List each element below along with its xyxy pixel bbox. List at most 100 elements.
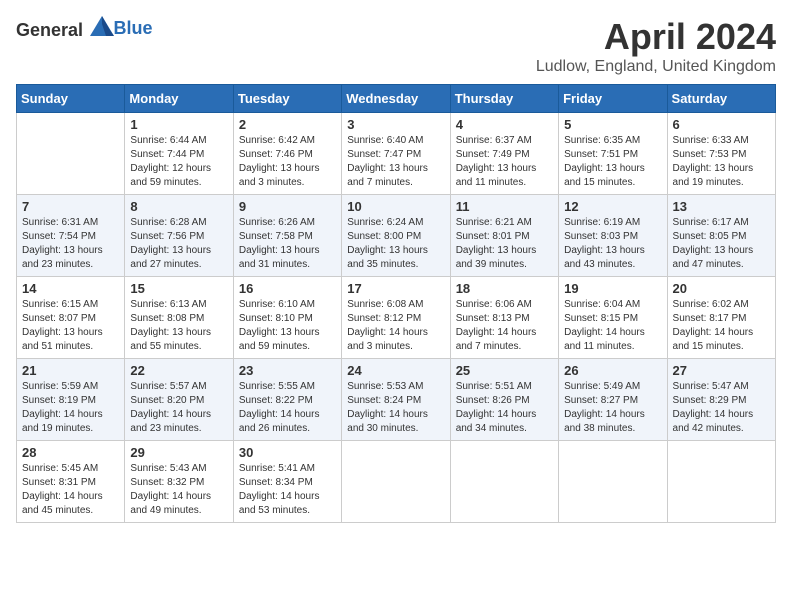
- day-number: 25: [456, 363, 553, 378]
- day-info: Sunrise: 6:02 AMSunset: 8:17 PMDaylight:…: [673, 298, 770, 354]
- day-info: Sunrise: 6:17 AMSunset: 8:05 PMDaylight:…: [673, 216, 770, 272]
- calendar-cell: 11Sunrise: 6:21 AMSunset: 8:01 PMDayligh…: [450, 195, 558, 277]
- day-info: Sunrise: 5:51 AMSunset: 8:26 PMDaylight:…: [456, 380, 553, 436]
- calendar-cell: 15 Sunrise: 6:13 AMSunset: 8:08 PMDayligh…: [125, 277, 233, 359]
- day-info: Sunrise: 5:45 AMSunset: 8:31 PMDaylight:…: [22, 462, 119, 518]
- day-info: Sunrise: 6:35 AMSunset: 7:51 PMDaylight:…: [564, 134, 661, 190]
- weekday-header-thursday: Thursday: [450, 85, 558, 113]
- calendar-week-row: 28 Sunrise: 5:45 AMSunset: 8:31 PMDayligh…: [17, 441, 776, 523]
- calendar-cell: [17, 113, 125, 195]
- calendar-cell: 8Sunrise: 6:28 AMSunset: 7:56 PMDaylight…: [125, 195, 233, 277]
- day-number: 14: [22, 281, 119, 296]
- day-info: Sunrise: 5:49 AMSunset: 8:27 PMDaylight:…: [564, 380, 661, 436]
- day-info: Sunrise: 6:24 AMSunset: 8:00 PMDaylight:…: [347, 216, 444, 272]
- day-info: Sunrise: 5:53 AMSunset: 8:24 PMDaylight:…: [347, 380, 444, 436]
- day-info: Sunrise: 5:43 AMSunset: 8:32 PMDaylight:…: [130, 462, 227, 518]
- calendar-cell: 19Sunrise: 6:04 AMSunset: 8:15 PMDayligh…: [559, 277, 667, 359]
- calendar-cell: 12 Sunrise: 6:19 AMSunset: 8:03 PMDayligh…: [559, 195, 667, 277]
- calendar-week-row: 14 Sunrise: 6:15 AMSunset: 8:07 PMDayligh…: [17, 277, 776, 359]
- day-number: 3: [347, 117, 444, 132]
- calendar-cell: 16 Sunrise: 6:10 AMSunset: 8:10 PMDayligh…: [233, 277, 341, 359]
- calendar-cell: 23Sunrise: 5:55 AMSunset: 8:22 PMDayligh…: [233, 359, 341, 441]
- logo-general: General: [16, 20, 83, 40]
- day-info: Sunrise: 5:57 AMSunset: 8:20 PMDaylight:…: [130, 380, 227, 436]
- day-info: Sunrise: 6:13 AMSunset: 8:08 PMDaylight:…: [130, 298, 227, 354]
- day-number: 4: [456, 117, 553, 132]
- day-number: 18: [456, 281, 553, 296]
- calendar-cell: 28 Sunrise: 5:45 AMSunset: 8:31 PMDayligh…: [17, 441, 125, 523]
- day-info: Sunrise: 6:33 AMSunset: 7:53 PMDaylight:…: [673, 134, 770, 190]
- day-number: 16: [239, 281, 336, 296]
- day-info: Sunrise: 6:19 AMSunset: 8:03 PMDaylight:…: [564, 216, 661, 272]
- day-info: Sunrise: 6:26 AMSunset: 7:58 PMDaylight:…: [239, 216, 336, 272]
- day-number: 1: [130, 117, 227, 132]
- logo: General Blue: [16, 16, 153, 41]
- calendar-cell: 25 Sunrise: 5:51 AMSunset: 8:26 PMDayligh…: [450, 359, 558, 441]
- day-info: Sunrise: 5:59 AMSunset: 8:19 PMDaylight:…: [22, 380, 119, 436]
- calendar-cell: 27Sunrise: 5:47 AMSunset: 8:29 PMDayligh…: [667, 359, 775, 441]
- calendar-cell: 21 Sunrise: 5:59 AMSunset: 8:19 PMDayligh…: [17, 359, 125, 441]
- calendar-cell: [667, 441, 775, 523]
- day-number: 10: [347, 199, 444, 214]
- calendar-cell: 24 Sunrise: 5:53 AMSunset: 8:24 PMDayligh…: [342, 359, 450, 441]
- day-number: 28: [22, 445, 119, 460]
- calendar-cell: 20 Sunrise: 6:02 AMSunset: 8:17 PMDayligh…: [667, 277, 775, 359]
- weekday-header-monday: Monday: [125, 85, 233, 113]
- weekday-header-tuesday: Tuesday: [233, 85, 341, 113]
- weekday-header-wednesday: Wednesday: [342, 85, 450, 113]
- day-info: Sunrise: 6:04 AMSunset: 8:15 PMDaylight:…: [564, 298, 661, 354]
- day-number: 15: [130, 281, 227, 296]
- calendar-header-row: SundayMondayTuesdayWednesdayThursdayFrid…: [17, 85, 776, 113]
- month-title: April 2024: [536, 16, 776, 58]
- day-number: 24: [347, 363, 444, 378]
- calendar-week-row: 21 Sunrise: 5:59 AMSunset: 8:19 PMDayligh…: [17, 359, 776, 441]
- calendar-cell: 2Sunrise: 6:42 AMSunset: 7:46 PMDaylight…: [233, 113, 341, 195]
- calendar-cell: [342, 441, 450, 523]
- calendar-cell: 7Sunrise: 6:31 AMSunset: 7:54 PMDaylight…: [17, 195, 125, 277]
- day-number: 27: [673, 363, 770, 378]
- location-title: Ludlow, England, United Kingdom: [536, 58, 776, 76]
- calendar-table: SundayMondayTuesdayWednesdayThursdayFrid…: [16, 84, 776, 523]
- calendar-cell: 22 Sunrise: 5:57 AMSunset: 8:20 PMDayligh…: [125, 359, 233, 441]
- day-info: Sunrise: 6:06 AMSunset: 8:13 PMDaylight:…: [456, 298, 553, 354]
- calendar-cell: 17 Sunrise: 6:08 AMSunset: 8:12 PMDayligh…: [342, 277, 450, 359]
- weekday-header-sunday: Sunday: [17, 85, 125, 113]
- day-number: 17: [347, 281, 444, 296]
- weekday-header-friday: Friday: [559, 85, 667, 113]
- weekday-header-saturday: Saturday: [667, 85, 775, 113]
- day-info: Sunrise: 6:28 AMSunset: 7:56 PMDaylight:…: [130, 216, 227, 272]
- calendar-cell: 13Sunrise: 6:17 AMSunset: 8:05 PMDayligh…: [667, 195, 775, 277]
- logo-blue: Blue: [114, 18, 153, 38]
- calendar-cell: [450, 441, 558, 523]
- day-info: Sunrise: 6:40 AMSunset: 7:47 PMDaylight:…: [347, 134, 444, 190]
- header: General Blue April 2024 Ludlow, England,…: [16, 16, 776, 76]
- calendar-week-row: 1 Sunrise: 6:44 AMSunset: 7:44 PMDaylight…: [17, 113, 776, 195]
- title-area: April 2024 Ludlow, England, United Kingd…: [536, 16, 776, 76]
- day-info: Sunrise: 6:10 AMSunset: 8:10 PMDaylight:…: [239, 298, 336, 354]
- logo-icon: [90, 16, 114, 36]
- day-info: Sunrise: 6:15 AMSunset: 8:07 PMDaylight:…: [22, 298, 119, 354]
- day-number: 9: [239, 199, 336, 214]
- calendar-cell: 18 Sunrise: 6:06 AMSunset: 8:13 PMDayligh…: [450, 277, 558, 359]
- day-info: Sunrise: 6:08 AMSunset: 8:12 PMDaylight:…: [347, 298, 444, 354]
- day-number: 7: [22, 199, 119, 214]
- day-info: Sunrise: 6:44 AMSunset: 7:44 PMDaylight:…: [130, 134, 227, 190]
- calendar-cell: 5 Sunrise: 6:35 AMSunset: 7:51 PMDaylight…: [559, 113, 667, 195]
- calendar-cell: 10 Sunrise: 6:24 AMSunset: 8:00 PMDayligh…: [342, 195, 450, 277]
- day-number: 6: [673, 117, 770, 132]
- day-number: 26: [564, 363, 661, 378]
- day-number: 5: [564, 117, 661, 132]
- day-info: Sunrise: 5:41 AMSunset: 8:34 PMDaylight:…: [239, 462, 336, 518]
- day-number: 21: [22, 363, 119, 378]
- day-number: 2: [239, 117, 336, 132]
- day-number: 20: [673, 281, 770, 296]
- calendar-cell: 9 Sunrise: 6:26 AMSunset: 7:58 PMDaylight…: [233, 195, 341, 277]
- calendar-cell: 30Sunrise: 5:41 AMSunset: 8:34 PMDayligh…: [233, 441, 341, 523]
- calendar-cell: 3 Sunrise: 6:40 AMSunset: 7:47 PMDaylight…: [342, 113, 450, 195]
- day-number: 22: [130, 363, 227, 378]
- calendar-cell: 26 Sunrise: 5:49 AMSunset: 8:27 PMDayligh…: [559, 359, 667, 441]
- day-number: 12: [564, 199, 661, 214]
- calendar-cell: 4Sunrise: 6:37 AMSunset: 7:49 PMDaylight…: [450, 113, 558, 195]
- calendar-cell: 14 Sunrise: 6:15 AMSunset: 8:07 PMDayligh…: [17, 277, 125, 359]
- calendar-cell: 6 Sunrise: 6:33 AMSunset: 7:53 PMDaylight…: [667, 113, 775, 195]
